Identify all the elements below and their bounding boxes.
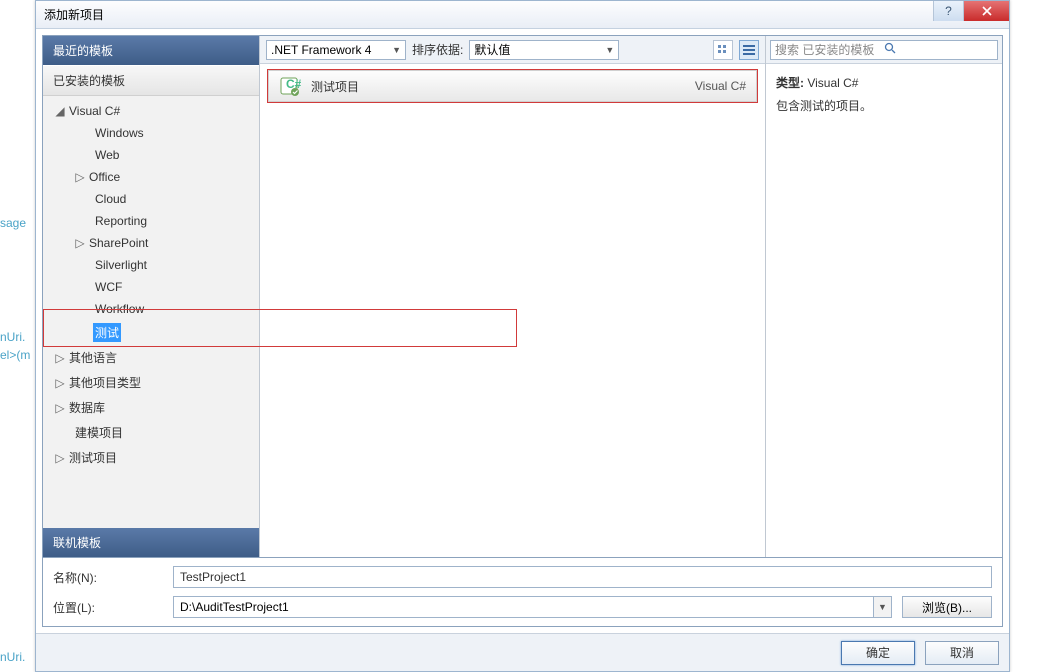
tree-label: SharePoint (87, 235, 150, 251)
view-details-button[interactable] (739, 40, 759, 60)
expand-arrow-icon: ◢ (53, 104, 67, 118)
dialog-footer: 确定 取消 (36, 633, 1009, 671)
location-label: 位置(L): (53, 599, 163, 616)
dropdown-icon: ▼ (605, 45, 614, 55)
editor-leak-text: nUri. (0, 650, 25, 664)
tree-label: Visual C# (67, 103, 122, 119)
tree-item-wcf[interactable]: WCF (43, 276, 259, 298)
location-input[interactable]: D:\AuditTestProject1 (173, 596, 874, 618)
name-input[interactable]: TestProject1 (173, 566, 992, 588)
tree-label: WCF (93, 279, 124, 295)
template-center: .NET Framework 4 ▼ 排序依据: 默认值 ▼ (259, 36, 766, 557)
tree-item-web[interactable]: Web (43, 144, 259, 166)
tree-label: Silverlight (93, 257, 149, 273)
dropdown-icon: ▼ (878, 602, 887, 612)
tree-item-office[interactable]: ▷Office (43, 166, 259, 188)
framework-value: .NET Framework 4 (271, 43, 371, 57)
type-value: Visual C# (807, 76, 858, 90)
titlebar: 添加新项目 ? (36, 1, 1009, 29)
type-prefix: 类型: (776, 76, 804, 90)
tree-item-test[interactable]: 测试 (43, 320, 259, 345)
sort-label: 排序依据: (412, 41, 463, 58)
tree-label: Workflow (93, 301, 146, 317)
ok-button[interactable]: 确定 (841, 641, 915, 665)
template-sidebar: 最近的模板 已安装的模板 ◢Visual C# Windows Web ▷Off… (43, 36, 259, 557)
location-value: D:\AuditTestProject1 (180, 600, 289, 614)
tree-item-test-projects[interactable]: ▷测试项目 (43, 445, 259, 470)
sort-select[interactable]: 默认值 ▼ (469, 40, 619, 60)
tree-label: Office (87, 169, 122, 185)
tree-item-silverlight[interactable]: Silverlight (43, 254, 259, 276)
help-icon: ? (945, 4, 952, 18)
template-list: C# 测试项目 Visual C# (260, 64, 765, 557)
framework-select[interactable]: .NET Framework 4 ▼ (266, 40, 406, 60)
collapse-arrow-icon: ▷ (53, 376, 67, 390)
tree-label: 测试项目 (67, 448, 119, 467)
cancel-button[interactable]: 取消 (925, 641, 999, 665)
editor-leak-text: nUri. (0, 330, 25, 344)
collapse-arrow-icon: ▷ (73, 236, 87, 250)
details-panel: 搜索 已安装的模板 类型: Visual C# 包含测试的项目。 (766, 36, 1002, 557)
name-value: TestProject1 (180, 570, 246, 584)
template-item-test-project[interactable]: C# 测试项目 Visual C# (268, 70, 757, 102)
sidebar-installed-header[interactable]: 已安装的模板 (43, 65, 259, 96)
search-input[interactable]: 搜索 已安装的模板 (770, 40, 998, 60)
browse-button[interactable]: 浏览(B)... (902, 596, 992, 618)
type-line: 类型: Visual C# (776, 74, 992, 91)
tree-label: 其他项目类型 (67, 373, 143, 392)
add-new-project-dialog: 添加新项目 ? 最近的模板 已安装的模板 ◢Visual C# Windows … (35, 0, 1010, 672)
details-icon (743, 44, 755, 56)
search-icon (884, 42, 993, 57)
location-dropdown[interactable]: ▼ (874, 596, 892, 618)
template-language: Visual C# (695, 79, 746, 93)
tree-item-windows[interactable]: Windows (43, 122, 259, 144)
collapse-arrow-icon: ▷ (73, 170, 87, 184)
center-toolbar: .NET Framework 4 ▼ 排序依据: 默认值 ▼ (260, 36, 765, 64)
tree-item-sharepoint[interactable]: ▷SharePoint (43, 232, 259, 254)
tree-item-cloud[interactable]: Cloud (43, 188, 259, 210)
sidebar-online-header[interactable]: 联机模板 (43, 528, 259, 557)
tree-label: 其他语言 (67, 348, 119, 367)
tree-label: Web (93, 147, 121, 163)
cancel-label: 取消 (950, 644, 974, 661)
tree-label: Reporting (93, 213, 149, 229)
tree-label: Cloud (93, 191, 128, 207)
tree-item-visual-csharp[interactable]: ◢Visual C# (43, 100, 259, 122)
sort-value: 默认值 (474, 41, 510, 58)
small-icons-icon (717, 44, 729, 56)
search-placeholder: 搜索 已安装的模板 (775, 41, 884, 58)
template-name: 测试项目 (311, 78, 685, 95)
template-tree: ◢Visual C# Windows Web ▷Office Cloud Rep… (43, 96, 259, 528)
tree-item-workflow[interactable]: Workflow (43, 298, 259, 320)
browse-label: 浏览(B)... (922, 599, 972, 616)
tree-item-other-project-types[interactable]: ▷其他项目类型 (43, 370, 259, 395)
collapse-arrow-icon: ▷ (53, 401, 67, 415)
tree-item-other-languages[interactable]: ▷其他语言 (43, 345, 259, 370)
ok-label: 确定 (866, 644, 890, 661)
editor-leak-text: el>(m (0, 348, 30, 362)
name-label: 名称(N): (53, 569, 163, 586)
collapse-arrow-icon: ▷ (53, 351, 67, 365)
close-button[interactable] (963, 1, 1009, 21)
dropdown-icon: ▼ (392, 45, 401, 55)
tree-label: 数据库 (67, 398, 107, 417)
bottom-fields: 名称(N): TestProject1 位置(L): D:\AuditTestP… (42, 558, 1003, 627)
help-button[interactable]: ? (933, 1, 963, 21)
tree-item-database[interactable]: ▷数据库 (43, 395, 259, 420)
close-icon (982, 6, 992, 16)
dialog-title: 添加新项目 (44, 6, 104, 23)
collapse-arrow-icon: ▷ (53, 451, 67, 465)
tree-item-reporting[interactable]: Reporting (43, 210, 259, 232)
tree-label: 测试 (93, 323, 121, 342)
tree-item-modeling[interactable]: 建模项目 (43, 420, 259, 445)
tree-label: Windows (93, 125, 146, 141)
sidebar-recent-header[interactable]: 最近的模板 (43, 36, 259, 65)
editor-leak-text: sage (0, 216, 26, 230)
tree-label: 建模项目 (73, 423, 125, 442)
view-small-icons-button[interactable] (713, 40, 733, 60)
test-project-icon: C# (279, 75, 301, 97)
template-description: 包含测试的项目。 (776, 97, 992, 114)
